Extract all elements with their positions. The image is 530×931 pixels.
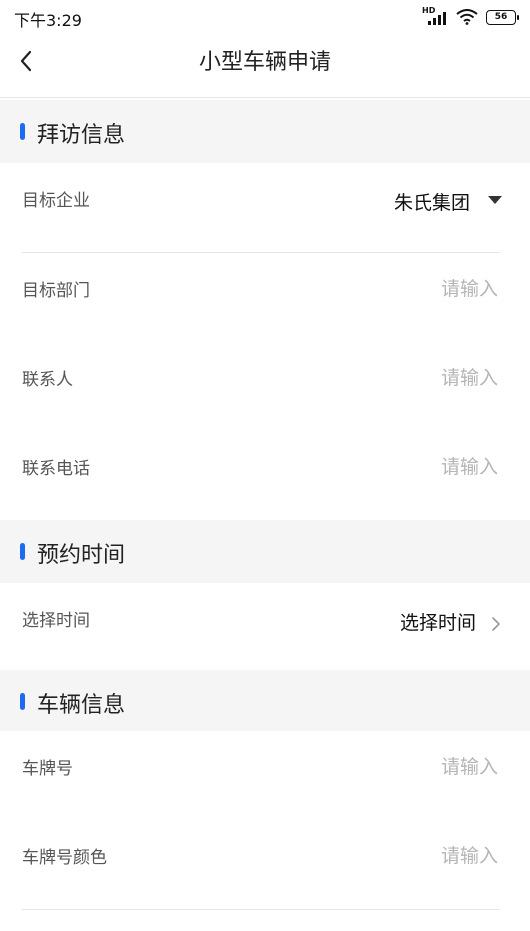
contact-person-input[interactable] bbox=[338, 367, 498, 389]
section-header-visit: 拜访信息 bbox=[0, 100, 530, 163]
battery-icon: 56 bbox=[486, 9, 519, 25]
chevron-right-icon[interactable] bbox=[490, 616, 502, 632]
field-label: 选择时间 bbox=[22, 611, 90, 631]
section-accent-bar bbox=[20, 693, 25, 710]
target-company-select[interactable]: 朱氏集团 bbox=[394, 188, 470, 215]
nav-bar: 小型车辆申请 bbox=[0, 34, 530, 98]
field-label: 车牌号 bbox=[22, 759, 73, 779]
page-title: 小型车辆申请 bbox=[198, 50, 331, 75]
status-bar: 下午3:29 HD 56 bbox=[0, 0, 530, 34]
target-department-input[interactable] bbox=[338, 278, 498, 300]
divider bbox=[22, 909, 500, 910]
wifi-icon bbox=[456, 9, 478, 25]
field-contact-person[interactable]: 联系人 bbox=[0, 342, 530, 432]
status-icons: HD 56 bbox=[422, 6, 519, 26]
field-target-company[interactable]: 目标企业 朱氏集团 bbox=[0, 163, 530, 253]
section-accent-bar bbox=[20, 543, 25, 560]
field-label: 联系人 bbox=[22, 370, 73, 390]
section-header-appointment: 预约时间 bbox=[0, 520, 530, 583]
section-header-vehicle: 车辆信息 bbox=[0, 670, 530, 733]
plate-number-input[interactable] bbox=[338, 756, 498, 778]
field-target-department[interactable]: 目标部门 bbox=[0, 253, 530, 343]
field-contact-phone[interactable]: 联系电话 bbox=[0, 431, 530, 521]
contact-phone-input[interactable] bbox=[338, 456, 498, 478]
section-title-visit: 拜访信息 bbox=[37, 123, 126, 148]
caret-down-icon[interactable] bbox=[488, 196, 502, 204]
field-label: 目标企业 bbox=[22, 191, 90, 211]
section-title-vehicle: 车辆信息 bbox=[37, 693, 126, 718]
field-select-time[interactable]: 选择时间 选择时间 bbox=[0, 583, 530, 673]
plate-color-input[interactable] bbox=[338, 845, 498, 867]
field-label: 联系电话 bbox=[22, 459, 90, 479]
field-label: 目标部门 bbox=[22, 281, 90, 301]
status-time: 下午3:29 bbox=[14, 11, 82, 30]
section-title-appointment: 预约时间 bbox=[37, 543, 126, 568]
cellular-signal-icon: HD bbox=[422, 6, 448, 26]
field-plate-color[interactable]: 车牌号颜色 bbox=[0, 820, 530, 910]
battery-level: 56 bbox=[494, 12, 508, 22]
field-label: 车牌号颜色 bbox=[22, 848, 107, 868]
section-accent-bar bbox=[20, 123, 25, 140]
select-time-value[interactable]: 选择时间 bbox=[400, 608, 476, 635]
field-plate-number[interactable]: 车牌号 bbox=[0, 731, 530, 821]
